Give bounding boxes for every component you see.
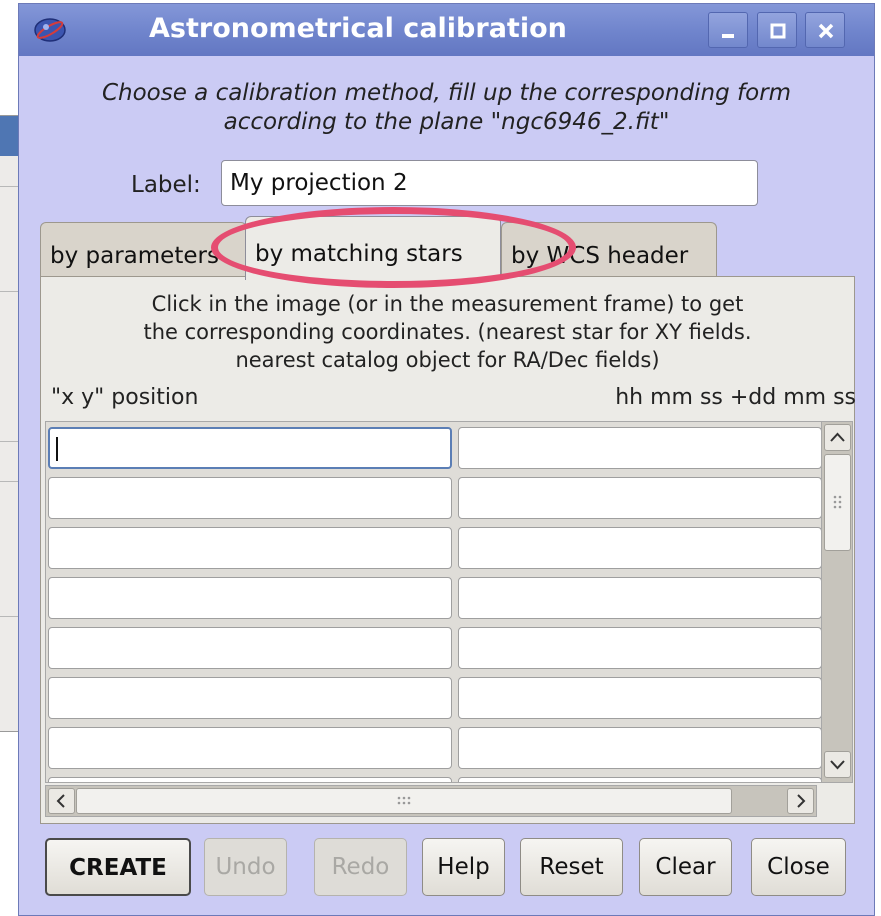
instruction-line: the corresponding coordinates. (nearest …: [143, 320, 752, 344]
tab-label: by WCS header: [511, 243, 689, 269]
xy-field[interactable]: [48, 727, 452, 769]
chevron-left-icon: [56, 794, 65, 808]
radec-field[interactable]: [458, 727, 822, 769]
instruction-line: Click in the image (or in the measuremen…: [151, 292, 744, 316]
radec-field[interactable]: [458, 427, 822, 469]
horizontal-scroll-thumb[interactable]: [76, 788, 732, 814]
chevron-down-icon: [830, 760, 845, 770]
xy-field[interactable]: [48, 627, 452, 669]
radec-field[interactable]: [458, 477, 822, 519]
radec-field[interactable]: [458, 677, 822, 719]
calibration-dialog: Astronometrical calibration Choose a cal…: [18, 3, 875, 916]
radec-field[interactable]: [458, 527, 822, 569]
grip-icon: [397, 796, 411, 805]
scroll-left-button[interactable]: [48, 788, 75, 814]
vertical-scroll-thumb[interactable]: [824, 454, 851, 551]
instruction-line: nearest catalog object for RA/Dec fields…: [235, 348, 660, 372]
app-icon: [34, 18, 66, 42]
xy-field[interactable]: [48, 577, 452, 619]
horizontal-scrollbar[interactable]: [45, 785, 817, 817]
help-button[interactable]: Help: [422, 838, 505, 896]
instructions-text: Click in the image (or in the measuremen…: [41, 290, 854, 374]
tab-by-matching-stars[interactable]: by matching stars: [245, 216, 501, 280]
window-title: Astronometrical calibration: [149, 13, 567, 44]
xy-field[interactable]: [48, 427, 452, 469]
tab-label: by matching stars: [255, 241, 463, 267]
xy-field[interactable]: [48, 677, 452, 719]
matching-stars-panel: Click in the image (or in the measuremen…: [40, 276, 856, 824]
xy-column-header: "x y" position: [51, 385, 199, 410]
clear-button[interactable]: Clear: [639, 838, 732, 896]
label-caption: Label:: [131, 172, 201, 198]
tab-by-parameters[interactable]: by parameters: [40, 222, 247, 277]
redo-button[interactable]: Redo: [314, 838, 407, 896]
radec-field[interactable]: [458, 577, 822, 619]
radec-column-header: hh mm ss +dd mm ss: [615, 385, 856, 410]
xy-field[interactable]: [48, 527, 452, 569]
radec-field[interactable]: [458, 627, 822, 669]
close-window-button[interactable]: [805, 12, 845, 48]
xy-field[interactable]: [48, 777, 452, 782]
close-button[interactable]: Close: [751, 838, 846, 896]
minimize-icon: [722, 34, 734, 38]
intro-line-2: according to the plane "ngc6946_2.fit": [223, 109, 670, 135]
scroll-up-button[interactable]: [824, 424, 851, 451]
create-button[interactable]: CREATE: [45, 838, 191, 896]
label-input[interactable]: My projection 2: [221, 160, 758, 206]
tab-label: by parameters: [50, 243, 219, 269]
xy-field[interactable]: [48, 477, 452, 519]
tab-by-wcs-header[interactable]: by WCS header: [501, 222, 717, 277]
scroll-down-button[interactable]: [824, 751, 851, 778]
intro-text: Choose a calibration method, fill up the…: [19, 79, 874, 137]
intro-line-1: Choose a calibration method, fill up the…: [101, 80, 792, 106]
coordinates-grid: [45, 421, 853, 783]
undo-button[interactable]: Undo: [204, 838, 287, 896]
reset-button[interactable]: Reset: [520, 838, 623, 896]
close-icon: [818, 23, 834, 39]
scroll-right-button[interactable]: [787, 788, 814, 814]
chevron-right-icon: [797, 794, 806, 808]
text-caret: [56, 437, 58, 461]
maximize-icon: [770, 23, 786, 39]
minimize-button[interactable]: [708, 12, 748, 48]
radec-field[interactable]: [458, 777, 822, 782]
vertical-scrollbar[interactable]: [821, 422, 852, 782]
maximize-button[interactable]: [757, 12, 797, 48]
chevron-up-icon: [830, 432, 845, 442]
grip-icon: [833, 495, 842, 509]
title-bar[interactable]: Astronometrical calibration: [19, 4, 874, 56]
